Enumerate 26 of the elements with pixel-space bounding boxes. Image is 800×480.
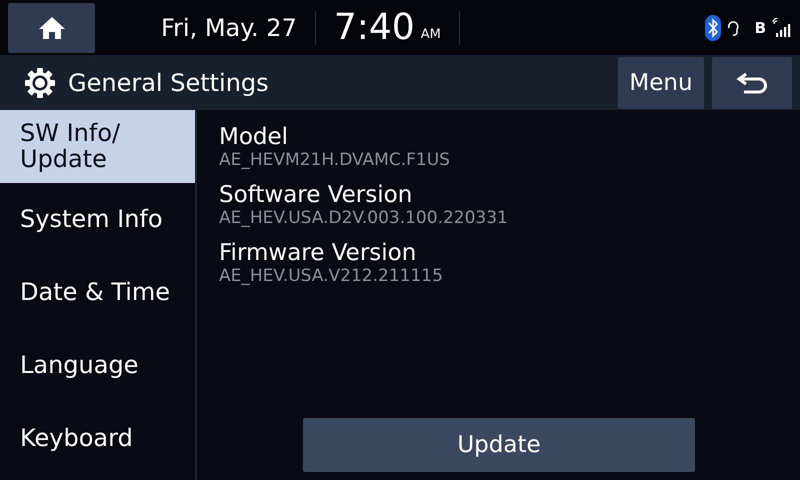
info-value: AE_HEV.USA.V212.211115 — [219, 266, 444, 286]
home-button[interactable] — [8, 2, 95, 52]
info-value: AE_HEVM21H.DVAMC.F1US — [219, 150, 451, 170]
headset-icon — [726, 20, 739, 36]
info-label: Software Version — [219, 182, 414, 208]
info-label: Firmware Version — [219, 240, 418, 266]
screen-title: General Settings — [68, 68, 269, 96]
info-value: AE_HEV.USA.D2V.003.100.220331 — [219, 208, 509, 228]
back-icon — [736, 72, 768, 94]
home-icon — [38, 16, 66, 40]
connectivity-text: B — [754, 18, 766, 36]
meridiem-text: AM — [420, 27, 441, 42]
sidebar-item[interactable]: SW Info/ Update — [0, 110, 195, 183]
sidebar-item[interactable]: Language — [0, 329, 195, 402]
bluetooth-icon — [704, 14, 721, 40]
signal-icon — [772, 18, 792, 38]
info-label: Model — [219, 124, 290, 150]
clock-time: 7:40 — [334, 7, 415, 48]
date-text: Fri, May. 27 — [161, 14, 297, 42]
update-button[interactable]: Update — [303, 418, 695, 472]
sidebar-item[interactable]: Date & Time — [0, 256, 195, 329]
sidebar-item[interactable]: System Info — [0, 183, 195, 256]
sidebar-item[interactable]: Keyboard — [0, 402, 195, 475]
settings-icon — [24, 66, 56, 98]
back-button[interactable] — [712, 56, 792, 108]
menu-button[interactable]: Menu — [618, 56, 704, 108]
